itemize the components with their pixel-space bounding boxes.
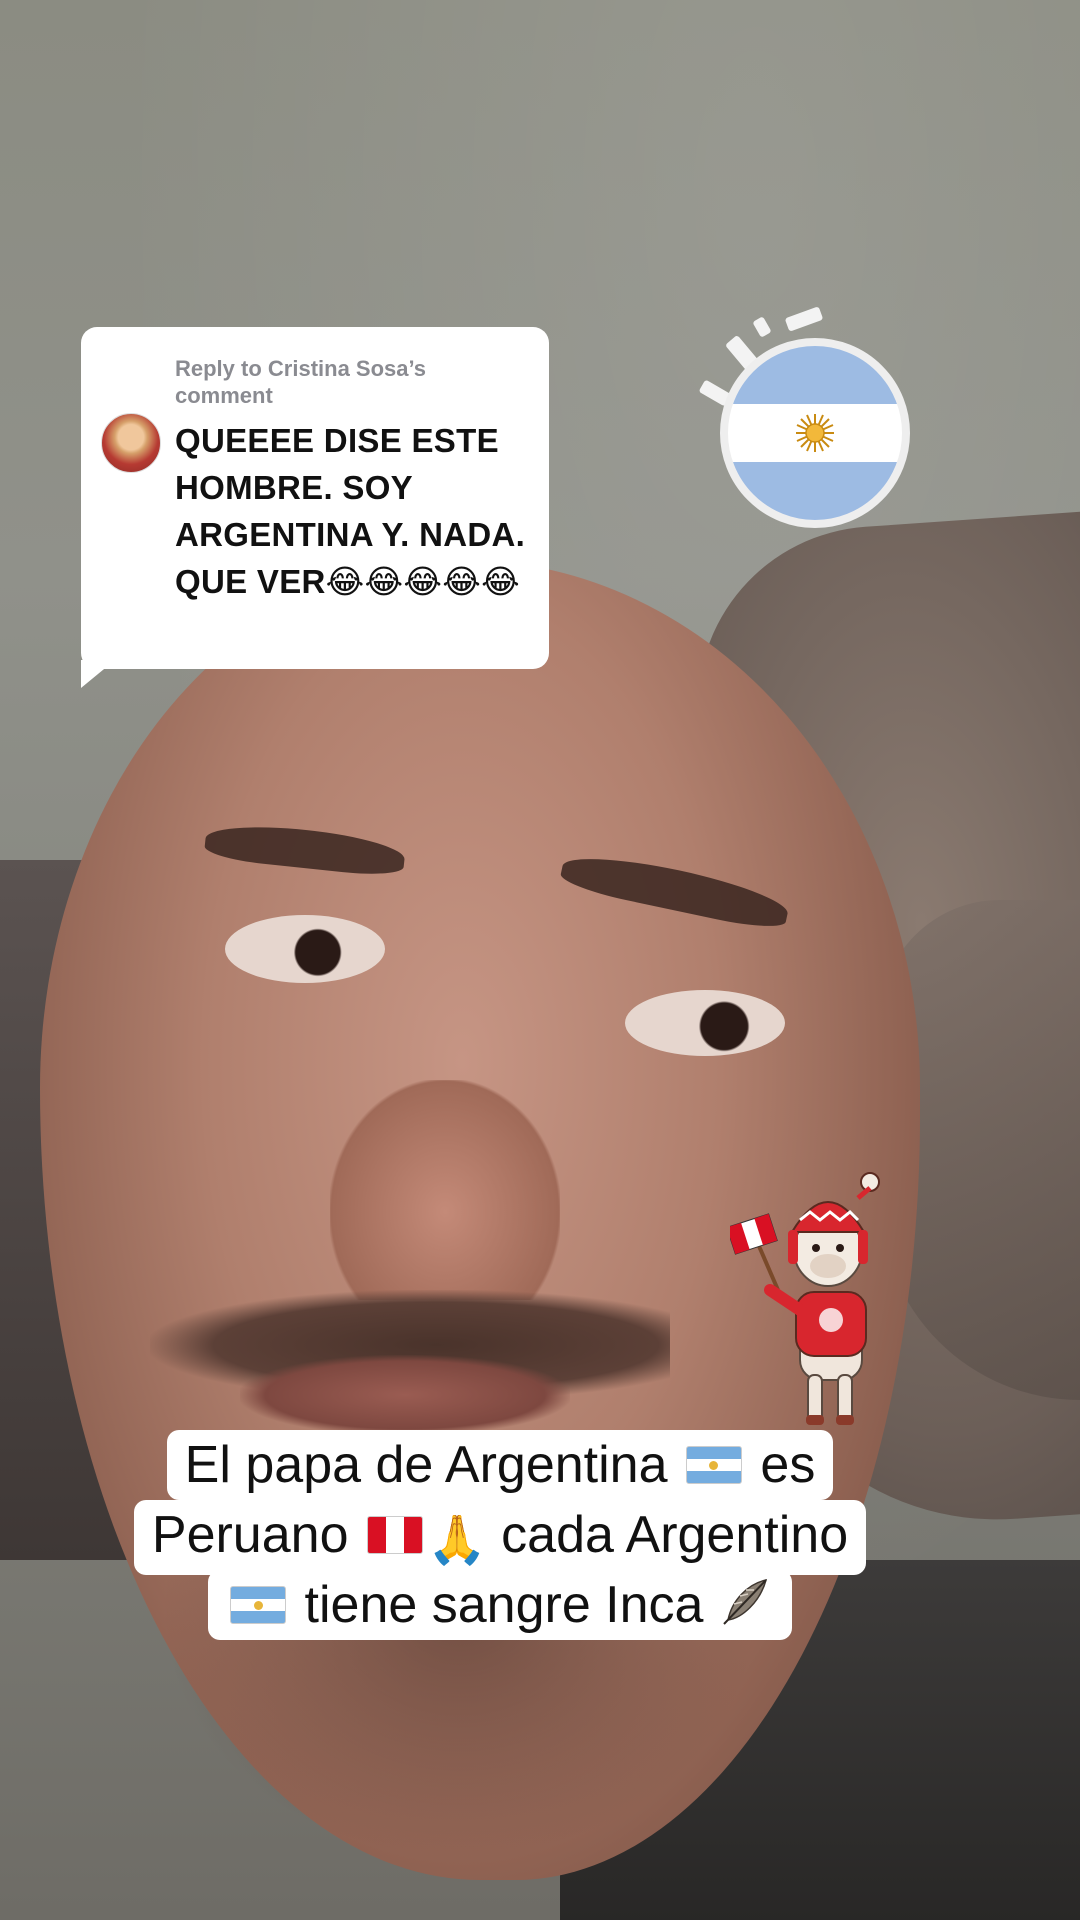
caption-text: El papa de Argentina [184, 1436, 668, 1494]
reply-header: Reply to Cristina Sosa’s comment [175, 356, 427, 408]
sparkle-icon [784, 306, 824, 332]
nose [330, 1080, 560, 1300]
sparkle-icon [752, 316, 772, 338]
caption-text: Peruano [151, 1506, 349, 1564]
argentina-flag-disc [720, 338, 910, 528]
caption-text: tiene sangre Inca [304, 1576, 704, 1634]
caption-line-3: tiene sangre Inca [208, 1570, 792, 1640]
lips [240, 1355, 570, 1435]
sun-of-may-icon [796, 414, 834, 452]
commenter-avatar[interactable] [101, 413, 161, 473]
reply-comment-card[interactable]: Reply to Cristina Sosa’s comment QUEEEE … [81, 327, 549, 669]
peru-flag-icon [366, 1516, 423, 1554]
argentina-flag-icon [685, 1446, 742, 1484]
feather-icon [723, 1578, 767, 1625]
praying-hands-icon: 🙏 [426, 1512, 487, 1568]
argentina-flag-circle-icon [698, 300, 920, 540]
left-eye [225, 915, 385, 983]
video-caption: El papa de Argentina es Peruano 🙏 cada A… [80, 1430, 920, 1640]
reply-comment-text: QUEEEE DISE ESTE HOMBRE. SOY ARGENTINA Y… [175, 422, 526, 600]
argentina-flag-icon [230, 1586, 287, 1624]
right-eye [625, 990, 785, 1056]
alpaca-peru-flag-icon [730, 1172, 880, 1425]
caption-line-1: El papa de Argentina es [166, 1430, 834, 1500]
caption-line-2: Peruano 🙏 cada Argentino [133, 1500, 867, 1575]
caption-text: es [760, 1436, 816, 1494]
caption-text: cada Argentino [501, 1506, 849, 1564]
